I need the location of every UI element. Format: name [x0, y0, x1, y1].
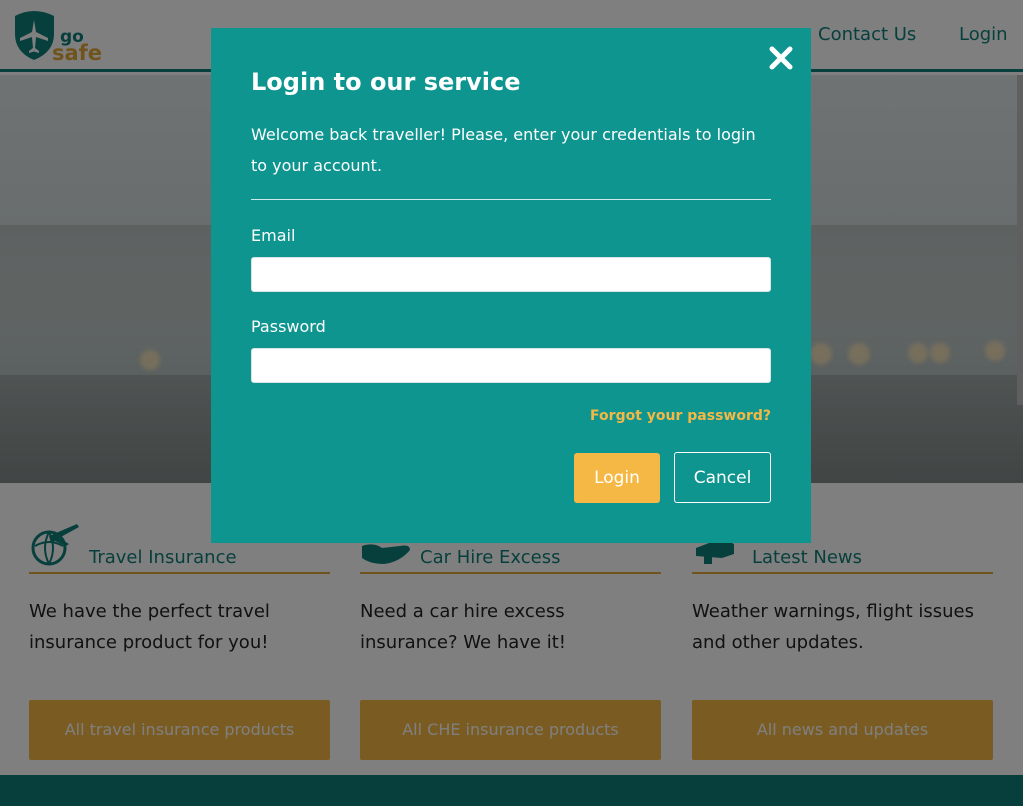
email-field[interactable] — [251, 257, 771, 292]
forgot-password-link[interactable]: Forgot your password? — [590, 408, 771, 424]
password-field[interactable] — [251, 348, 771, 383]
modal-description: Welcome back traveller! Please, enter yo… — [251, 125, 756, 175]
login-modal: Login to our service Welcome back travel… — [211, 28, 811, 543]
modal-divider — [251, 199, 771, 200]
email-label: Email — [251, 226, 296, 245]
modal-title: Login to our service — [251, 68, 521, 96]
login-button[interactable]: Login — [574, 453, 660, 503]
cancel-button[interactable]: Cancel — [674, 452, 771, 503]
password-label: Password — [251, 317, 326, 336]
close-icon[interactable] — [767, 44, 795, 72]
